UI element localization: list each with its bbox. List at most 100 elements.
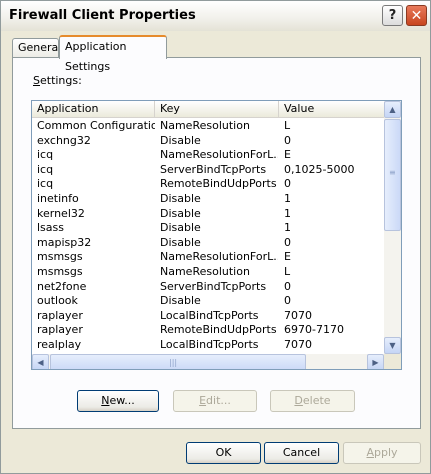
cell-application: net2fone (37, 279, 87, 293)
table-row[interactable]: outlook Disable 0 (32, 294, 384, 309)
arrow-left-icon: ◀ (37, 358, 44, 367)
cell-key: Disable (160, 221, 201, 235)
cell-key: ServerBindTcpPorts (160, 279, 267, 293)
cell-application: msmsgs (37, 250, 83, 264)
delete-button[interactable]: Delete (270, 390, 355, 412)
arrow-right-icon: ▶ (372, 358, 379, 367)
cell-value: 1 (284, 221, 291, 235)
table-row[interactable]: icq NameResolutionForL... E (32, 148, 384, 163)
cell-key: LocalBindTcpPorts (160, 308, 259, 322)
cell-value: E (284, 250, 291, 264)
settings-list[interactable]: Application Key Value Common Configurati… (31, 100, 402, 370)
cell-value: 0,1025-5000 (284, 162, 355, 176)
cell-application: Common Configuration (37, 119, 155, 132)
table-row[interactable]: net2fone ServerBindTcpPorts 0 (32, 280, 384, 295)
list-rows: Common Configuration NameResolution Lexchn… (32, 119, 384, 356)
cell-value: 1 (284, 191, 291, 205)
cell-key: RemoteBindUdpPorts (160, 177, 277, 191)
table-row[interactable]: lsass Disable 1 (32, 221, 384, 236)
cell-application: outlook (37, 294, 78, 308)
cell-key: Disable (160, 133, 201, 147)
scroll-left-button[interactable]: ◀ (32, 354, 49, 369)
table-row[interactable]: msmsgs NameResolution L (32, 265, 384, 280)
cell-application: raplayer (37, 308, 83, 322)
cell-value: 0 (284, 133, 291, 147)
cell-value: 6970-7170 (284, 323, 344, 337)
cell-key: NameResolutionForL... (160, 148, 278, 162)
title-bar[interactable]: Firewall Client Properties ? ✕ (1, 1, 430, 31)
cell-application: msmsgs (37, 264, 83, 278)
scroll-right-button[interactable]: ▶ (367, 354, 384, 369)
cell-value: 0 (284, 279, 291, 293)
vertical-scroll-thumb[interactable]: ≡ (384, 119, 401, 231)
cell-key: RemoteBindUdpPorts (160, 323, 277, 337)
new-button[interactable]: New... (77, 390, 159, 412)
cell-application: raplayer (37, 323, 83, 337)
help-icon: ? (388, 8, 397, 23)
cell-value: 7070 (284, 308, 312, 322)
cell-key: ServerBindTcpPorts (160, 162, 267, 176)
close-icon: ✕ (410, 7, 423, 24)
cell-value: 1 (284, 206, 291, 220)
scroll-up-button[interactable]: ▲ (384, 101, 401, 118)
cell-key: Disable (160, 294, 201, 308)
cell-value: L (284, 264, 291, 278)
vertical-scrollbar[interactable]: ▲ ≡ ▼ (384, 101, 401, 354)
cell-application: kernel32 (37, 206, 85, 220)
grip-icon: ≡ (389, 168, 396, 177)
table-row[interactable]: Common Configuration NameResolution L (32, 119, 384, 134)
tab-application-settings[interactable]: Application Settings (59, 35, 167, 73)
close-button[interactable]: ✕ (406, 5, 427, 26)
help-button[interactable]: ? (382, 5, 403, 26)
cell-key: NameResolution (160, 264, 250, 278)
cell-key: NameResolution (160, 119, 250, 132)
cell-application: icq (37, 148, 54, 162)
column-header-value[interactable]: Value (279, 101, 384, 118)
cell-key: Disable (160, 206, 201, 220)
table-row[interactable]: icq RemoteBindUdpPorts 0 (32, 177, 384, 192)
table-row[interactable]: msmsgs NameResolutionForL... E (32, 250, 384, 265)
cell-value: E (284, 148, 291, 162)
window-title: Firewall Client Properties (9, 8, 196, 23)
cell-value: 0 (284, 235, 291, 249)
table-row[interactable]: exchng32 Disable 0 (32, 134, 384, 149)
cell-value: 0 (284, 177, 291, 191)
grip-icon: ||| (169, 358, 178, 367)
cell-application: realplay (37, 337, 82, 351)
ok-button[interactable]: OK (186, 442, 261, 464)
edit-button[interactable]: Edit... (173, 390, 257, 412)
tab-panel: Settings: Application Key Value Common C… (12, 57, 421, 429)
scroll-down-button[interactable]: ▼ (384, 337, 401, 354)
cell-application: lsass (37, 221, 64, 235)
table-row[interactable]: realplay LocalBindTcpPorts 7070 (32, 338, 384, 353)
apply-button[interactable]: Apply (343, 442, 421, 464)
cell-application: icq (37, 177, 54, 191)
cancel-button[interactable]: Cancel (264, 442, 339, 464)
column-header-application[interactable]: Application (32, 101, 155, 118)
column-header-key[interactable]: Key (155, 101, 279, 118)
table-row[interactable]: mapisp32 Disable 0 (32, 236, 384, 251)
table-row[interactable]: kernel32 Disable 1 (32, 207, 384, 222)
horizontal-scrollbar[interactable]: ◀ ||| ▶ (32, 354, 384, 369)
list-header: Application Key Value (32, 101, 384, 118)
cell-application: exchng32 (37, 133, 91, 147)
table-row[interactable]: raplayer LocalBindTcpPorts 7070 (32, 309, 384, 324)
cell-value: 0 (284, 294, 291, 308)
table-row[interactable]: icq ServerBindTcpPorts 0,1025-5000 (32, 163, 384, 178)
cell-application: inetinfo (37, 191, 79, 205)
table-row[interactable]: inetinfo Disable 1 (32, 192, 384, 207)
cell-key: NameResolutionForL... (160, 250, 278, 264)
cell-key: LocalBindTcpPorts (160, 337, 259, 351)
table-row[interactable]: raplayer RemoteBindUdpPorts 6970-7170 (32, 323, 384, 338)
arrow-down-icon: ▼ (389, 341, 396, 350)
cell-application: mapisp32 (37, 235, 92, 249)
horizontal-scroll-thumb[interactable]: ||| (50, 354, 306, 369)
tab-general[interactable]: General (12, 38, 62, 58)
tab-general-label: General (18, 41, 62, 54)
scrollbar-corner (384, 354, 401, 369)
cell-value: L (284, 119, 291, 132)
cell-application: icq (37, 162, 54, 176)
cell-key: Disable (160, 235, 201, 249)
cell-value: 7070 (284, 337, 312, 351)
dialog-window: Firewall Client Properties ? ✕ General A… (0, 0, 431, 474)
